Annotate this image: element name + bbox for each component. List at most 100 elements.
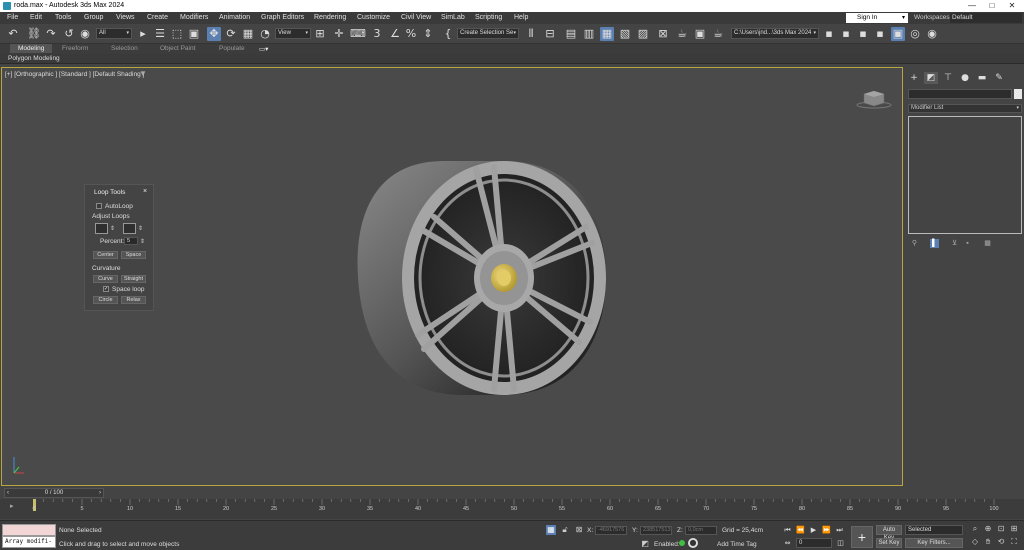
select-object-icon[interactable]: ▸ [136,27,150,41]
window-crossing-icon[interactable]: ▣ [187,27,201,41]
zoom-extents-all-icon[interactable]: ⊞ [1009,524,1019,534]
select-by-name-icon[interactable]: ☰ [153,27,167,41]
adaptive-degradation-icon[interactable]: ◩ [640,539,650,549]
select-rotate-icon[interactable]: ⟳ [224,27,238,41]
tab-populate[interactable]: Populate [219,45,245,52]
set-key-button[interactable]: Set Key [876,538,902,548]
toggle-scene-explorer-icon[interactable]: ▤ [564,27,578,41]
schematic-view-icon[interactable]: ▨ [636,27,650,41]
create-tab-icon[interactable]: + [907,72,921,84]
render-production-icon[interactable]: ☕ [711,27,725,41]
link-icon[interactable]: ⛓ [27,27,41,41]
utilities-tab-icon[interactable]: ✎ [992,72,1006,84]
percent-spinner-icon[interactable]: ⇕ [140,238,145,245]
menu-group[interactable]: Group [84,14,103,21]
close-window-button[interactable]: ✕ [1002,1,1022,11]
go-to-end-icon[interactable]: ⏭ [834,525,845,535]
time-tag-icon[interactable]: ● [688,538,698,548]
tab-selection[interactable]: Selection [111,45,138,52]
close-icon[interactable]: × [143,188,147,195]
absolute-mode-icon[interactable]: ⊠ [574,525,584,535]
x-coordinate-field[interactable]: -46917576 [595,526,627,535]
maximize-viewport-icon[interactable]: ⛶ [1009,537,1019,547]
add-time-tag[interactable]: Add Time Tag [717,541,757,548]
display-tab-icon[interactable]: ▬ [975,72,989,84]
material-editor-icon[interactable]: ⊠ [656,27,670,41]
autoloop-checkbox[interactable] [96,203,102,209]
tab-modeling[interactable]: Modeling [10,44,53,53]
loop-mode-a-icon[interactable] [95,223,108,234]
menu-help[interactable]: Help [514,14,528,21]
filter-icon[interactable]: ▸ [10,502,14,510]
workspaces-select[interactable]: Default [950,13,1022,23]
object-color-swatch[interactable] [1014,89,1022,99]
menu-file[interactable]: File [7,14,18,21]
show-end-result-icon[interactable]: ▌ [930,239,939,248]
arnold-icon[interactable]: ◎ [908,27,922,41]
loop-mode-b-icon[interactable] [123,223,136,234]
wheel-model[interactable] [354,157,610,399]
menu-civil-view[interactable]: Civil View [401,14,431,21]
configure-sets-icon[interactable]: ▦ [983,239,992,248]
motion-tab-icon[interactable]: ● [958,72,972,84]
next-frame-icon[interactable]: ⏩ [821,525,832,535]
chevron-right-icon[interactable]: › [99,489,101,497]
hierarchy-tab-icon[interactable]: ⊤ [941,72,955,84]
modify-tab-icon[interactable]: ◩ [924,72,938,84]
menu-scripting[interactable]: Scripting [475,14,502,21]
align-icon[interactable]: ⊟ [543,27,557,41]
previous-frame-icon[interactable]: ⏪ [795,525,806,535]
track-bar[interactable]: ▸ 0 5 10 15 20 25 30 35 40 45 50 55 60 65 70 75 80 85 90 95… [0,499,1024,519]
reference-coordinate-dropdown[interactable]: View ▾ [275,28,311,39]
remove-modifier-icon[interactable]: ▪ [963,239,972,248]
selection-filter-dropdown[interactable]: All ▾ [96,28,132,39]
spinner-icon[interactable]: ⇕ [138,225,143,232]
project-folder-icon[interactable]: ▪ [822,27,836,41]
angle-snap-icon[interactable]: ∠ [388,27,402,41]
space-button[interactable]: Space [121,251,146,259]
key-mode-toggle-icon[interactable]: ⇔ [782,538,793,548]
y-coordinate-field[interactable]: 238517513 [640,526,672,535]
edit-named-selection-icon[interactable]: { [441,27,455,41]
tab-object-paint[interactable]: Object Paint [160,45,195,52]
spinner-snap-icon[interactable]: ⇕ [421,27,435,41]
project-folder-dropdown[interactable]: C:\Users\jnd...\3ds Max 2024 ▾ [731,28,819,39]
percent-input[interactable]: 5 [124,237,138,245]
menu-animation[interactable]: Animation [219,14,250,21]
polygon-modeling-panel[interactable]: Polygon Modeling [8,55,60,62]
play-icon[interactable]: ▶ [808,525,819,535]
menu-tools[interactable]: Tools [55,14,71,21]
key-filters-button[interactable]: Key Filters... [905,538,963,548]
select-scale-icon[interactable]: ▦ [241,27,255,41]
mirror-icon[interactable]: ⫴ [524,27,538,41]
snaps-toggle-icon[interactable]: 3 [370,27,384,41]
pivot-center-icon[interactable]: ⊞ [313,27,327,41]
maxscript-listener-input[interactable] [2,524,56,536]
curve-button[interactable]: Curve [93,275,118,283]
current-frame-field[interactable]: 0 [796,538,832,548]
orbit-icon[interactable]: ⟲ [996,537,1006,547]
sign-in-dropdown[interactable]: Sign In ▾ [846,13,908,23]
tab-freeform[interactable]: Freeform [62,45,88,52]
minimize-button[interactable]: — [962,1,982,11]
spinner-icon[interactable]: ⇕ [110,225,115,232]
circle-button[interactable]: Circle [93,296,118,304]
menu-create[interactable]: Create [147,14,168,21]
undo-icon[interactable]: ↶ [6,27,20,41]
relax-button[interactable]: Relax [121,296,146,304]
toggle-ribbon-icon[interactable]: ▦ [600,27,614,41]
maximize-button[interactable]: □ [982,1,1002,11]
field-of-view-icon[interactable]: ◇ [970,537,980,547]
pin-stack-icon[interactable]: ⚲ [910,239,919,248]
toggle-layer-explorer-icon[interactable]: ▥ [582,27,596,41]
viewport-label[interactable]: [+] [Orthographic ] [Standard ] [Default… [5,71,144,78]
select-manipulate-icon[interactable]: ✛ [332,27,346,41]
modifier-stack[interactable] [908,116,1022,234]
select-move-icon[interactable]: ✥ [207,27,221,41]
chevron-left-icon[interactable]: ‹ [7,489,9,497]
set-keys-icon[interactable]: + [851,526,873,548]
zoom-icon[interactable]: ⌕ [970,524,980,534]
rendered-frame-window-icon[interactable]: ▣ [693,27,707,41]
object-name-field[interactable] [908,89,1012,99]
render-preview-icon[interactable]: ◉ [925,27,939,41]
